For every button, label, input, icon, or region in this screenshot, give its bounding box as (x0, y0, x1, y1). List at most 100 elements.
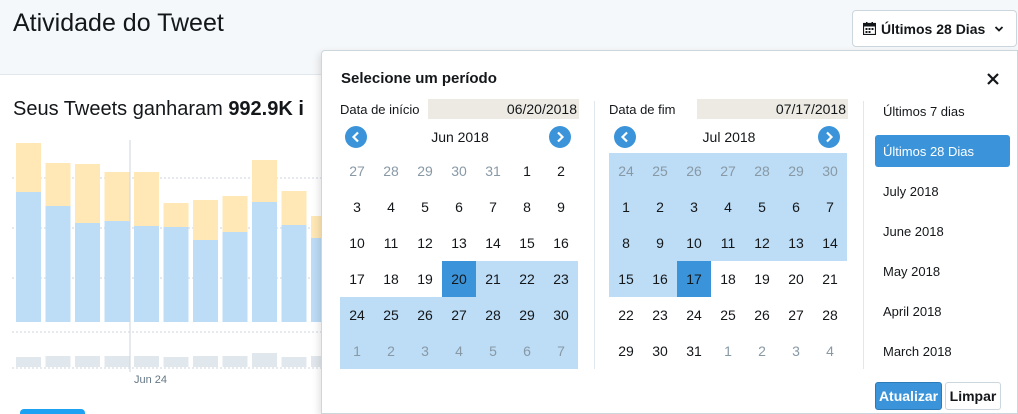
start-day[interactable]: 3 (408, 333, 442, 369)
end-day[interactable]: 20 (779, 261, 813, 297)
start-day[interactable]: 31 (476, 153, 510, 189)
start-day[interactable]: 7 (476, 189, 510, 225)
end-day[interactable]: 1 (609, 189, 643, 225)
next-month-button[interactable] (549, 126, 571, 148)
end-day[interactable]: 4 (813, 333, 847, 369)
start-day[interactable]: 11 (374, 225, 408, 261)
bar-primary[interactable] (134, 226, 159, 322)
engagement-bar[interactable] (193, 356, 218, 367)
start-day[interactable]: 6 (510, 333, 544, 369)
engagement-bar[interactable] (163, 357, 189, 367)
start-day[interactable]: 5 (408, 189, 442, 225)
preset-option[interactable]: March 2018 (875, 331, 1010, 371)
preset-option[interactable]: July 2018 (875, 171, 1010, 211)
start-day[interactable]: 29 (408, 153, 442, 189)
bar-primary[interactable] (281, 225, 307, 322)
end-selected-day[interactable]: 17 (677, 261, 711, 297)
bar-primary[interactable] (104, 221, 130, 322)
start-day[interactable]: 29 (510, 297, 544, 333)
end-day[interactable]: 16 (643, 261, 677, 297)
end-day[interactable]: 7 (813, 189, 847, 225)
end-day[interactable]: 10 (677, 225, 711, 261)
end-day[interactable]: 28 (745, 153, 779, 189)
start-day[interactable]: 7 (544, 333, 578, 369)
start-day[interactable]: 2 (374, 333, 408, 369)
bar-secondary[interactable] (16, 143, 41, 192)
bar-secondary[interactable] (45, 163, 71, 206)
start-day[interactable]: 8 (510, 189, 544, 225)
engagement-bar[interactable] (75, 356, 100, 367)
bar-secondary[interactable] (163, 203, 189, 227)
start-day[interactable]: 27 (340, 153, 374, 189)
apply-button[interactable]: Atualizar (875, 382, 942, 410)
end-day[interactable]: 23 (643, 297, 677, 333)
end-date-input[interactable] (697, 99, 848, 119)
bar-secondary[interactable] (281, 191, 307, 225)
preset-option[interactable]: Últimos 7 dias (875, 91, 1010, 131)
end-day[interactable]: 2 (745, 333, 779, 369)
end-day[interactable]: 29 (609, 333, 643, 369)
bar-primary[interactable] (222, 232, 248, 322)
next-month-button[interactable] (818, 126, 840, 148)
end-day[interactable]: 19 (745, 261, 779, 297)
start-day[interactable]: 1 (510, 153, 544, 189)
bar-primary[interactable] (252, 202, 277, 322)
end-day[interactable]: 8 (609, 225, 643, 261)
start-day[interactable]: 28 (476, 297, 510, 333)
end-day[interactable]: 26 (745, 297, 779, 333)
start-day[interactable]: 19 (408, 261, 442, 297)
preset-option[interactable]: April 2018 (875, 291, 1010, 331)
bar-primary[interactable] (75, 223, 100, 322)
end-day[interactable]: 24 (677, 297, 711, 333)
bar-secondary[interactable] (193, 200, 218, 240)
end-day[interactable]: 22 (609, 297, 643, 333)
start-day[interactable]: 13 (442, 225, 476, 261)
bar-secondary[interactable] (75, 164, 100, 223)
engagement-bar[interactable] (104, 356, 130, 367)
end-day[interactable]: 28 (813, 297, 847, 333)
engagement-bar[interactable] (281, 357, 307, 367)
start-day[interactable]: 21 (476, 261, 510, 297)
preset-option[interactable]: Últimos 28 Dias (875, 135, 1010, 167)
end-day[interactable]: 25 (711, 297, 745, 333)
partial-button[interactable] (20, 409, 85, 414)
start-day[interactable]: 30 (544, 297, 578, 333)
start-day[interactable]: 4 (374, 189, 408, 225)
end-day[interactable]: 21 (813, 261, 847, 297)
end-day[interactable]: 27 (711, 153, 745, 189)
period-dropdown-button[interactable]: Últimos 28 Dias (852, 10, 1017, 47)
start-date-input[interactable] (428, 99, 579, 119)
engagement-bar[interactable] (222, 356, 248, 367)
end-day[interactable]: 14 (813, 225, 847, 261)
start-day[interactable]: 9 (544, 189, 578, 225)
start-day[interactable]: 12 (408, 225, 442, 261)
start-day[interactable]: 22 (510, 261, 544, 297)
start-day[interactable]: 10 (340, 225, 374, 261)
start-day[interactable]: 25 (374, 297, 408, 333)
start-day[interactable]: 1 (340, 333, 374, 369)
start-day[interactable]: 5 (476, 333, 510, 369)
start-day[interactable]: 16 (544, 225, 578, 261)
start-day[interactable]: 15 (510, 225, 544, 261)
bar-primary[interactable] (193, 240, 218, 322)
end-day[interactable]: 11 (711, 225, 745, 261)
end-day[interactable]: 4 (711, 189, 745, 225)
end-day[interactable]: 31 (677, 333, 711, 369)
engagement-bar[interactable] (252, 353, 277, 367)
start-day[interactable]: 2 (544, 153, 578, 189)
start-day[interactable]: 23 (544, 261, 578, 297)
end-day[interactable]: 5 (745, 189, 779, 225)
end-day[interactable]: 3 (677, 189, 711, 225)
end-day[interactable]: 30 (813, 153, 847, 189)
engagement-bar[interactable] (16, 357, 41, 367)
preset-option[interactable]: May 2018 (875, 251, 1010, 291)
start-selected-day[interactable]: 20 (442, 261, 476, 297)
start-day[interactable]: 3 (340, 189, 374, 225)
close-icon[interactable] (985, 71, 1001, 87)
start-day[interactable]: 17 (340, 261, 374, 297)
start-day[interactable]: 14 (476, 225, 510, 261)
engagement-bar[interactable] (45, 356, 71, 367)
end-day[interactable]: 26 (677, 153, 711, 189)
end-day[interactable]: 25 (643, 153, 677, 189)
start-day[interactable]: 27 (442, 297, 476, 333)
